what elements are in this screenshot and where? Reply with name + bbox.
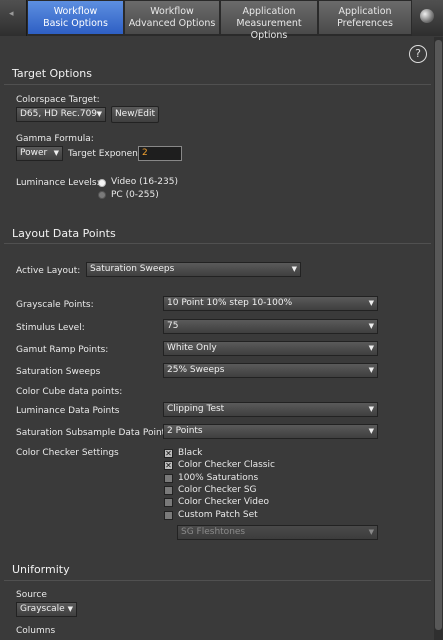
active-layout-dropdown[interactable]: Saturation Sweeps ▼ (86, 262, 301, 277)
chevron-down-icon: ▼ (368, 322, 374, 330)
custom-patch-set-dropdown[interactable]: SG Fleshtones ▼ (177, 525, 378, 540)
colorspace-target-label: Colorspace Target: (16, 95, 100, 105)
dropdown-value: Clipping Test (167, 404, 225, 414)
dropdown-value: 75 (167, 321, 179, 331)
grayscale-points-dropdown[interactable]: 10 Point 10% step 10-100% ▼ (163, 296, 378, 311)
gamma-formula-dropdown[interactable]: Power ▼ (16, 146, 63, 161)
source-label: Source (16, 590, 47, 600)
radio-video-label[interactable]: Video (16-235) (111, 177, 178, 187)
chevron-down-icon: ▼ (368, 299, 374, 307)
gamut-ramp-points-dropdown[interactable]: White Only ▼ (163, 341, 378, 356)
divider (4, 243, 431, 244)
checkbox-label[interactable]: Color Checker Classic (178, 460, 275, 470)
checkbox-100-saturations[interactable] (164, 474, 173, 483)
tab-line1: Application (242, 6, 296, 17)
stimulus-level-label: Stimulus Level: (16, 323, 85, 333)
chevron-left-icon: ◂ (9, 9, 14, 19)
checkbox-label[interactable]: Custom Patch Set (178, 510, 258, 520)
tab-line2: Preferences (337, 18, 393, 29)
tab-line2: Advanced Options (128, 18, 216, 29)
chevron-down-icon: ▼ (53, 149, 59, 157)
tab-line2: Basic Options (43, 18, 108, 29)
color-cube-data-points-label: Color Cube data points: (16, 387, 123, 397)
dropdown-value: 2 Points (167, 426, 203, 436)
checkbox-label[interactable]: 100% Saturations (178, 473, 258, 483)
dropdown-value: 25% Sweeps (167, 365, 225, 375)
tab-line1: Application (338, 6, 392, 17)
tab-application-preferences[interactable]: Application Preferences (318, 0, 412, 35)
checkbox-black[interactable]: ✕ (164, 449, 173, 458)
radio-pc-label[interactable]: PC (0-255) (111, 190, 159, 200)
saturation-subsample-label: Saturation Subsample Data Points (16, 428, 170, 438)
radio-video[interactable] (98, 179, 106, 187)
orb-icon (420, 9, 434, 23)
stimulus-level-dropdown[interactable]: 75 ▼ (163, 319, 378, 334)
dropdown-value: Saturation Sweeps (90, 264, 175, 274)
target-exponent-label: Target Exponent (68, 149, 142, 159)
chevron-down-icon: ▼ (368, 366, 374, 374)
new-edit-button[interactable]: New/Edit (111, 106, 159, 123)
chevron-down-icon: ▼ (291, 265, 297, 273)
columns-label: Columns (16, 626, 56, 636)
help-icon[interactable]: ? (409, 45, 427, 63)
grayscale-points-label: Grayscale Points: (16, 300, 94, 310)
color-checker-settings-label: Color Checker Settings (16, 448, 119, 458)
tab-line2: Measurement Options (236, 18, 302, 41)
tab-line1: Workflow (150, 6, 194, 17)
gamma-formula-label: Gamma Formula: (16, 134, 94, 144)
tab-line1: Workflow (53, 6, 98, 17)
saturation-sweeps-dropdown[interactable]: 25% Sweeps ▼ (163, 363, 378, 378)
target-exponent-input[interactable]: 2 (138, 146, 182, 161)
chevron-down-icon: ▼ (368, 528, 374, 536)
checkbox-label[interactable]: Color Checker Video (178, 497, 269, 507)
radio-pc[interactable] (98, 191, 106, 199)
chevron-down-icon: ▼ (368, 427, 374, 435)
checkbox-color-checker-sg[interactable] (164, 486, 173, 495)
chevron-down-icon: ▼ (368, 344, 374, 352)
divider (4, 84, 431, 85)
app-orb-button[interactable] (412, 0, 443, 36)
checkbox-label[interactable]: Black (178, 448, 202, 458)
chevron-down-icon: ▼ (368, 405, 374, 413)
tab-scroll-left-button[interactable]: ◂ (0, 0, 27, 36)
section-title-layout-data-points: Layout Data Points (12, 227, 116, 240)
luminance-data-points-dropdown[interactable]: Clipping Test ▼ (163, 402, 378, 417)
gamut-ramp-points-label: Gamut Ramp Points: (16, 345, 109, 355)
dropdown-value: 10 Point 10% step 10-100% (167, 298, 293, 308)
luminance-levels-label: Luminance Levels: (16, 178, 100, 188)
saturation-subsample-dropdown[interactable]: 2 Points ▼ (163, 424, 378, 439)
checkbox-custom-patch-set[interactable] (164, 511, 173, 520)
luminance-data-points-label: Luminance Data Points (16, 406, 120, 416)
dropdown-value: Power (20, 148, 48, 158)
dropdown-value: SG Fleshtones (181, 527, 246, 537)
checkbox-color-checker-video[interactable] (164, 498, 173, 507)
checkbox-label[interactable]: Color Checker SG (178, 485, 257, 495)
scrollbar-thumb[interactable] (435, 40, 442, 630)
source-dropdown[interactable]: Grayscale ▼ (16, 602, 77, 617)
chevron-down-icon: ▼ (67, 605, 73, 613)
tab-application-measurement-options[interactable]: Application Measurement Options (220, 0, 318, 41)
tab-bar: ◂ Workflow Basic Options Workflow Advanc… (0, 0, 443, 41)
tab-workflow-basic-options[interactable]: Workflow Basic Options (27, 0, 124, 35)
active-layout-label: Active Layout: (16, 266, 81, 276)
chevron-down-icon: ▼ (96, 110, 102, 118)
divider (4, 580, 431, 581)
section-title-uniformity: Uniformity (12, 563, 70, 576)
checkbox-color-checker-classic[interactable]: ✕ (164, 461, 173, 470)
section-title-target-options: Target Options (12, 67, 92, 80)
saturation-sweeps-label: Saturation Sweeps (16, 367, 101, 377)
tab-workflow-advanced-options[interactable]: Workflow Advanced Options (124, 0, 220, 35)
dropdown-value: Grayscale (20, 604, 65, 614)
dropdown-value: D65, HD Rec.709 (20, 109, 98, 119)
dropdown-value: White Only (167, 343, 217, 353)
colorspace-target-dropdown[interactable]: D65, HD Rec.709 ▼ (16, 107, 106, 122)
